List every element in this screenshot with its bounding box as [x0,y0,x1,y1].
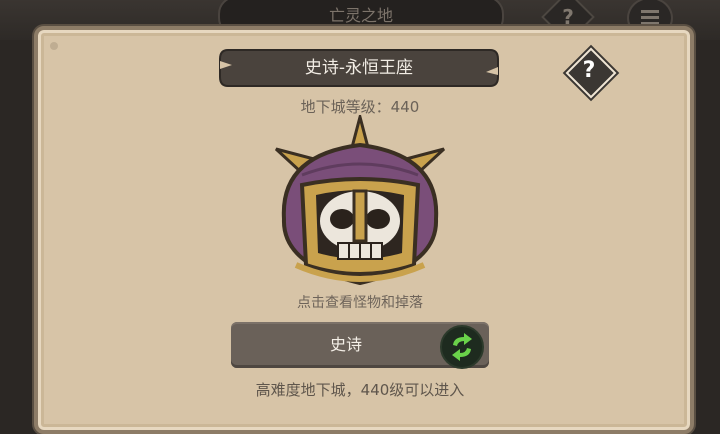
help-button[interactable]: ? [565,47,617,99]
menu-line [641,16,659,19]
refresh-arrows-icon[interactable] [440,325,484,369]
difficulty-button[interactable]: 史诗 [231,322,489,369]
difficulty-label: 史诗 [329,335,362,354]
dungeon-entry-requirement: 高难度地下城，440级可以进入 [255,381,465,399]
dungeon-title: 史诗-永恒王座 [304,58,414,78]
corner-rivet [50,42,58,50]
menu-line [641,10,659,13]
helmet-skull-graphic [274,111,446,286]
dungeon-level: 地下城等级：440 [300,98,420,116]
dungeon-title-banner: 史诗-永恒王座 [218,47,500,89]
view-monsters-hint[interactable]: 点击查看怪物和掉落 [220,292,500,312]
helmet-skull-icon[interactable] [262,111,458,295]
menu-line [641,22,659,25]
help-label: ? [582,58,596,83]
refresh-arrows-graphic [452,333,472,361]
